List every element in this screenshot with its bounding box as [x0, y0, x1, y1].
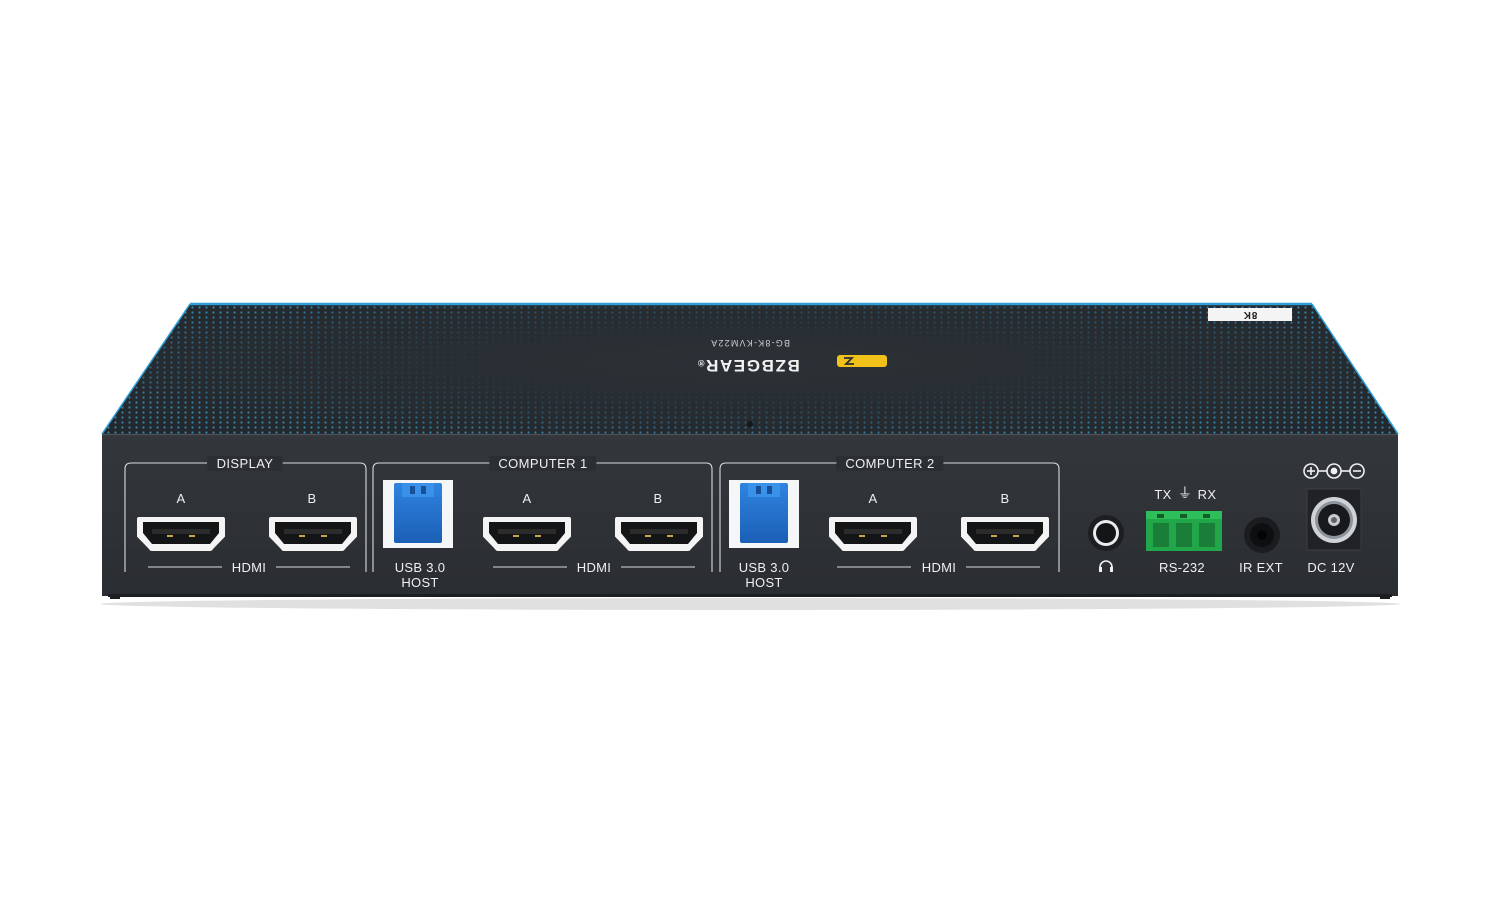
hdmi-port-computer1-a[interactable] — [483, 517, 571, 551]
resolution-badge: 8K — [1208, 308, 1292, 321]
brand-prefix: BZB — [760, 356, 800, 375]
computer1-hdmi-label: HDMI — [576, 560, 612, 575]
usb-port-computer2[interactable] — [729, 480, 799, 548]
rs232-ground-label: ⏚ — [1177, 485, 1193, 501]
brand-registered: ® — [696, 358, 705, 368]
ir-ext-jack[interactable] — [1244, 517, 1280, 553]
ir-ext-label: IR EXT — [1239, 560, 1283, 575]
usb-port-computer1[interactable] — [383, 480, 453, 548]
kvm-switch-device — [100, 302, 1400, 610]
display-port-a-label: A — [176, 491, 186, 506]
computer1-group-title: COMPUTER 1 — [489, 456, 597, 471]
hdmi-port-computer2-a[interactable] — [829, 517, 917, 551]
computer2-usb-label-line2: HOST — [745, 575, 783, 590]
computer2-port-b-label: B — [1000, 491, 1010, 506]
dc-12v-label: DC 12V — [1307, 560, 1355, 575]
computer1-usb-label-line1: USB 3.0 — [394, 560, 446, 575]
rs232-label: RS-232 — [1159, 560, 1205, 575]
chassis-screw — [747, 421, 753, 427]
display-port-b-label: B — [307, 491, 317, 506]
hdmi-port-display-b[interactable] — [269, 517, 357, 551]
computer1-port-b-label: B — [653, 491, 663, 506]
model-number: BG-8K-KVM22A — [710, 338, 790, 348]
display-hdmi-label: HDMI — [231, 560, 267, 575]
hdmi-port-computer2-b[interactable] — [961, 517, 1049, 551]
bzbgear-logo-icon — [837, 355, 887, 367]
drop-shadow — [100, 598, 1400, 610]
computer2-usb-label-line1: USB 3.0 — [738, 560, 790, 575]
computer2-port-a-label: A — [868, 491, 878, 506]
hdmi-port-computer1-b[interactable] — [615, 517, 703, 551]
rs232-terminal-block[interactable] — [1146, 511, 1222, 551]
computer2-hdmi-label: HDMI — [921, 560, 957, 575]
headphone-jack[interactable] — [1088, 515, 1124, 551]
computer1-usb-label-line2: HOST — [401, 575, 439, 590]
rs232-tx-label: TX — [1154, 487, 1172, 502]
brand-logo-text: BZBGEAR® — [696, 355, 800, 375]
product-photo: BZBGEAR® BG-8K-KVM22A 8K DISPLAY A B HDM… — [0, 0, 1500, 900]
dc-power-jack[interactable] — [1306, 488, 1362, 551]
computer2-group-title: COMPUTER 2 — [836, 456, 944, 471]
hdmi-port-display-a[interactable] — [137, 517, 225, 551]
display-group-title: DISPLAY — [207, 456, 283, 471]
computer1-port-a-label: A — [522, 491, 532, 506]
brand-suffix: GEAR — [704, 356, 761, 375]
rs232-rx-label: RX — [1197, 487, 1217, 502]
